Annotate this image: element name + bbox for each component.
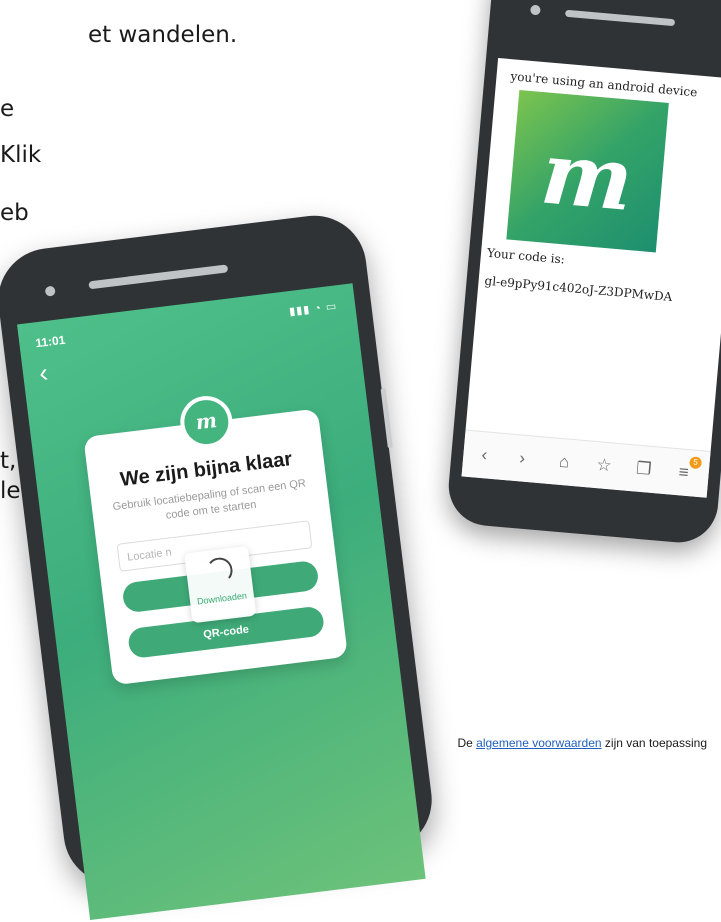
side-button	[380, 388, 393, 449]
terms-link[interactable]: algemene voorwaarden	[476, 736, 601, 750]
logo-letter: m	[537, 122, 637, 231]
loader-text: Downloaden	[196, 590, 248, 607]
wifi-icon: ◔	[313, 302, 323, 316]
terms-footer: De algemene voorwaarden zijn van toepass…	[457, 736, 707, 750]
browser-navbar: ‹ › ⌂ ☆ ❐ ≡ 5	[461, 429, 711, 498]
menu-icon[interactable]: ≡ 5	[672, 456, 703, 485]
doc-line: Klik	[0, 142, 42, 168]
back-button[interactable]: ‹	[37, 357, 49, 389]
speaker-grille	[564, 9, 676, 27]
app-logo: m	[506, 89, 669, 253]
doc-line: e	[0, 96, 15, 122]
user-code: gl-e9pPy91c402oJ-Z3DPMwDA	[484, 273, 673, 305]
tabs-icon[interactable]: ❐	[632, 457, 656, 481]
android-phone: you're using an android device m Your co…	[445, 0, 721, 546]
battery-icon: ▭	[325, 300, 338, 314]
status-icons: ▮▮▮ ◔ ▭	[288, 299, 338, 319]
chevron-right-icon[interactable]: ›	[510, 447, 534, 471]
camera-icon	[530, 4, 541, 16]
doc-line: et wandelen.	[88, 22, 238, 48]
star-icon[interactable]: ☆	[592, 454, 616, 478]
android-screen: you're using an android device m Your co…	[461, 57, 721, 498]
ios-phone: 11:01 ▮▮▮ ◔ ▭ ‹ m We zijn bijna klaar Ge…	[0, 209, 438, 920]
app-logo: m	[177, 393, 236, 452]
onboarding-card: m We zijn bijna klaar Gebruik locatiebep…	[83, 393, 348, 686]
code-label: Your code is:	[486, 245, 566, 267]
doc-line: le	[0, 478, 21, 504]
home-icon[interactable]: ⌂	[552, 450, 576, 474]
doc-line: t,	[0, 448, 17, 474]
footer-prefix: De	[457, 736, 473, 750]
ios-screen: 11:01 ▮▮▮ ◔ ▭ ‹ m We zijn bijna klaar Ge…	[17, 283, 426, 920]
loading-overlay: Downloaden	[184, 545, 257, 624]
signal-icon: ▮▮▮	[288, 303, 311, 319]
footer-suffix: zijn van toepassing	[604, 736, 707, 750]
doc-line: eb	[0, 200, 29, 226]
chevron-left-icon[interactable]: ‹	[473, 443, 497, 467]
status-time: 11:01	[34, 332, 67, 351]
spinner-icon	[205, 556, 235, 586]
speaker-grille	[88, 264, 229, 290]
camera-icon	[44, 285, 56, 297]
notification-badge: 5	[689, 456, 703, 470]
